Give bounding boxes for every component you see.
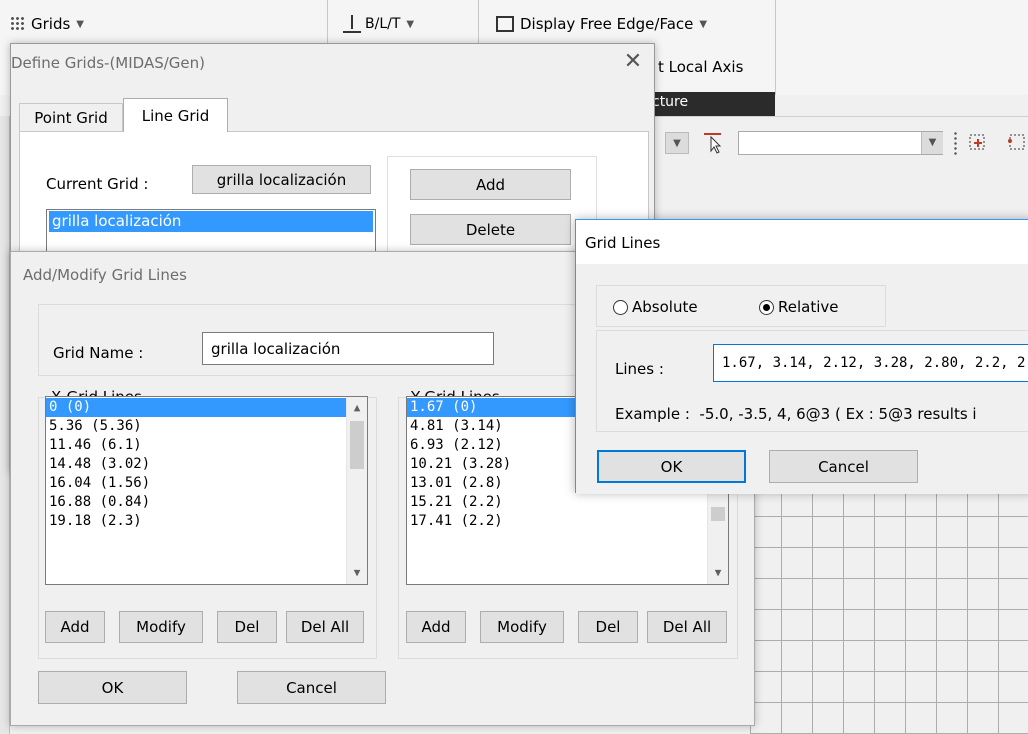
x-del-button[interactable]: Del [217, 611, 277, 643]
list-item[interactable]: 15.21 (2.2) [407, 493, 728, 512]
chevron-down-icon: ▼ [76, 18, 84, 30]
delete-grid-button[interactable]: Delete [410, 214, 571, 245]
y-del-button[interactable]: Del [578, 611, 638, 643]
chevron-down-icon: ▼ [699, 18, 708, 30]
lines-input[interactable]: 1.67, 3.14, 2.12, 3.28, 2.80, 2.2, 2. [713, 344, 1028, 382]
x-del-all-button[interactable]: Del All [286, 611, 364, 643]
scroll-up-icon[interactable]: ▲ [347, 399, 367, 417]
toolbar-dropdown-arrow[interactable]: ▼ [921, 132, 943, 154]
grid-name-label: Grid Name : [53, 344, 144, 362]
list-item[interactable]: 14.48 (3.02) [46, 455, 367, 474]
current-grid-label: Current Grid : [46, 175, 149, 193]
toolbar-dropdown-arrow[interactable]: ▼ [665, 132, 689, 154]
relative-radio[interactable] [759, 300, 774, 315]
ok-button[interactable]: OK [597, 450, 746, 483]
scrollbar-thumb[interactable] [711, 507, 725, 521]
example-text: Example : -5.0, -3.5, 4, 6@3 ( Ex : 5@3 … [615, 405, 977, 423]
toolbar-combo-box[interactable] [738, 131, 943, 155]
dialog-title: Add/Modify Grid Lines [23, 266, 187, 284]
local-axis-button[interactable]: t Local Axis [658, 58, 743, 76]
ok-button[interactable]: OK [38, 671, 187, 704]
display-free-edge-button[interactable]: Display Free Edge/Face ▼ [496, 12, 707, 36]
list-item[interactable]: 16.88 (0.84) [46, 493, 367, 512]
list-item[interactable]: 5.36 (5.36) [46, 417, 367, 436]
list-item[interactable]: 0 (0) [46, 398, 347, 417]
absolute-label: Absolute [632, 298, 698, 316]
y-modify-button[interactable]: Modify [480, 611, 564, 643]
chevron-down-icon: ▼ [406, 18, 415, 30]
cancel-button[interactable]: Cancel [769, 450, 918, 483]
display-free-edge-label: Display Free Edge/Face [520, 15, 694, 33]
left-panel-edge [0, 116, 10, 734]
list-item[interactable]: grilla localización [49, 211, 373, 232]
node-tool-icon[interactable] [966, 131, 990, 155]
blt-label: B/L/T [365, 16, 401, 32]
scroll-down-icon[interactable]: ▼ [708, 564, 728, 582]
x-modify-button[interactable]: Modify [119, 611, 203, 643]
lines-label: Lines : [615, 360, 664, 378]
x-list-scrollbar[interactable]: ▲ ▼ [346, 397, 367, 584]
y-del-all-button[interactable]: Del All [647, 611, 727, 643]
scrollbar-thumb[interactable] [350, 421, 364, 469]
free-edge-icon [496, 16, 514, 32]
list-item[interactable]: 17.41 (2.2) [407, 512, 728, 531]
dialog-title: Define Grids-(MIDAS/Gen) [11, 54, 205, 72]
tab-line-grid[interactable]: Line Grid [123, 98, 228, 132]
ribbon-divider [327, 0, 328, 48]
close-icon[interactable]: ✕ [619, 48, 647, 76]
list-item[interactable]: 19.18 (2.3) [46, 512, 367, 531]
x-add-button[interactable]: Add [45, 611, 105, 643]
scroll-down-icon[interactable]: ▼ [347, 564, 367, 582]
baseline-icon [343, 15, 361, 33]
model-view-grid [750, 470, 1028, 734]
grid-dots-icon [10, 16, 26, 32]
radio-selected-dot [763, 304, 770, 311]
blt-ribbon-button[interactable]: B/L/T ▼ [343, 12, 414, 36]
structure-panel-label: cture [652, 94, 689, 110]
grid-lines-dialog: Grid Lines Absolute Relative Lines : 1.6… [575, 219, 1028, 494]
grids-label: Grids [31, 15, 71, 33]
grid-name-input[interactable]: grilla localización [202, 332, 494, 365]
tab-point-grid[interactable]: Point Grid [19, 103, 123, 131]
node-tool-icon[interactable] [1004, 131, 1028, 155]
list-item[interactable]: 16.04 (1.56) [46, 474, 367, 493]
dialog-title: Grid Lines [585, 234, 661, 252]
absolute-radio[interactable] [613, 300, 628, 315]
ribbon-divider [775, 0, 776, 95]
toolbar-grip-icon [954, 131, 957, 155]
y-add-button[interactable]: Add [406, 611, 466, 643]
select-pointer-icon[interactable] [701, 131, 725, 155]
list-item[interactable]: 11.46 (6.1) [46, 436, 367, 455]
cancel-button[interactable]: Cancel [237, 671, 386, 704]
x-grid-lines-list[interactable]: 0 (0) 5.36 (5.36) 11.46 (6.1) 14.48 (3.0… [45, 396, 368, 585]
grids-ribbon-button[interactable]: Grids ▼ [10, 12, 84, 36]
ribbon-divider [478, 0, 479, 48]
relative-label: Relative [778, 298, 839, 316]
current-grid-value: grilla localización [192, 165, 371, 194]
add-grid-button[interactable]: Add [410, 169, 571, 200]
